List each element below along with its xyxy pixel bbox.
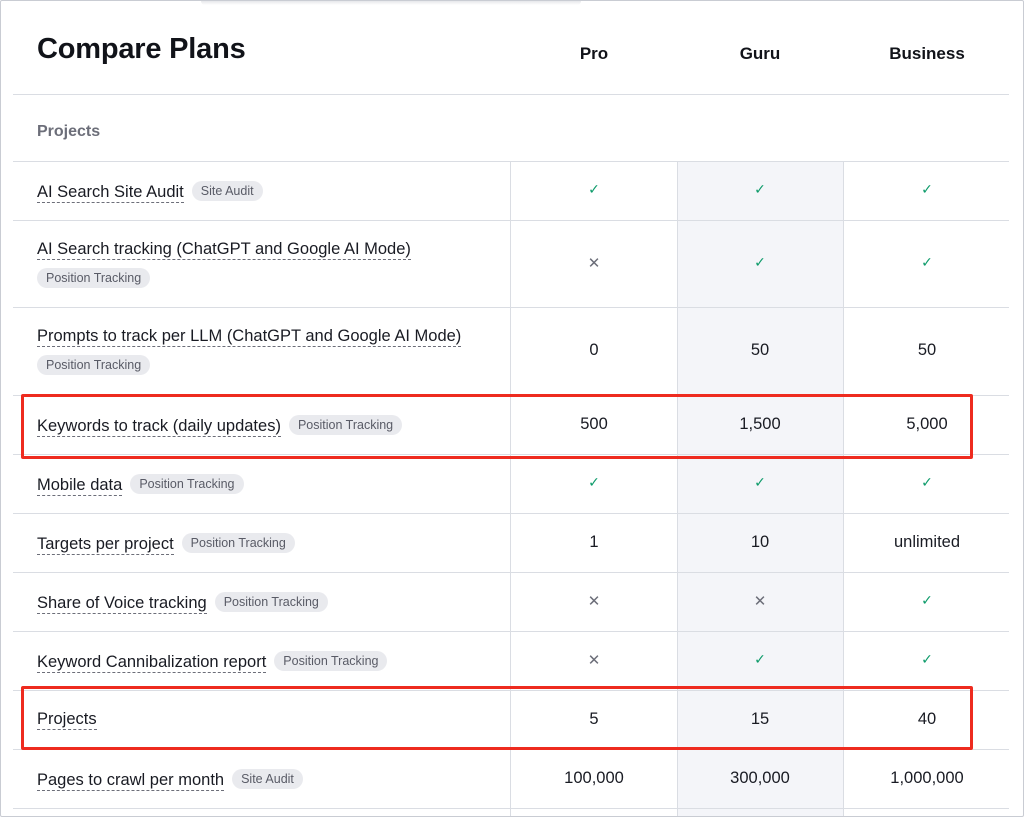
feature-label[interactable]: AI Search tracking (ChatGPT and Google A… xyxy=(37,240,411,260)
feature-name: AI Search tracking (ChatGPT and Google A… xyxy=(37,240,411,289)
cell-value-business: 1,000,000 xyxy=(890,768,964,787)
feature-label[interactable]: Targets per project xyxy=(37,534,174,555)
cell-value-guru: 10 xyxy=(750,532,770,551)
cell-value-pro: 1 xyxy=(589,532,599,551)
section-title: Projects xyxy=(37,123,101,140)
feature-name: Targets per project Position Tracking xyxy=(37,532,295,555)
tool-badge: Position Tracking xyxy=(37,355,151,375)
cell-value-guru: 300,000 xyxy=(730,768,790,787)
tool-badge: Position Tracking xyxy=(37,268,151,288)
tool-badge: Position Tracking xyxy=(274,650,388,671)
feature-label[interactable]: Mobile data xyxy=(37,475,123,496)
feature-name: Share of Voice tracking Position Tracking xyxy=(37,591,328,614)
cross-icon: ✕ xyxy=(587,592,601,610)
feature-name: Keyword Cannibalization report Position T… xyxy=(37,650,388,673)
check-icon: ✓ xyxy=(754,180,766,197)
cell-value-pro: 0 xyxy=(589,341,599,359)
cell-value-pro: 100,000 xyxy=(564,768,624,787)
cell-value-business: 50 xyxy=(917,341,937,359)
check-icon: ✓ xyxy=(588,180,600,197)
check-icon: ✓ xyxy=(754,253,766,270)
feature-name: AI Search Site Audit Site Audit xyxy=(37,180,263,203)
section-divider xyxy=(13,95,1009,162)
check-icon: ✓ xyxy=(921,180,933,197)
feature-label[interactable]: Prompts to track per LLM (ChatGPT and Go… xyxy=(37,327,462,347)
cross-icon: ✕ xyxy=(587,651,601,669)
highlight-keywords-row xyxy=(21,394,973,459)
compare-plans-panel: Compare Plans Pro Guru Business Projects… xyxy=(0,0,1024,817)
check-icon: ✓ xyxy=(754,473,766,490)
check-icon: ✓ xyxy=(754,650,766,667)
cross-icon: ✕ xyxy=(753,592,767,610)
feature-name: Pages to crawl per month Site Audit xyxy=(37,768,303,791)
feature-label[interactable]: AI Search Site Audit xyxy=(37,182,184,203)
tool-badge: Position Tracking xyxy=(181,532,295,553)
tool-badge: Position Tracking xyxy=(214,591,328,612)
feature-name: Mobile data Position Tracking xyxy=(37,473,244,496)
check-icon: ✓ xyxy=(588,473,600,490)
feature-name: Prompts to track per LLM (ChatGPT and Go… xyxy=(37,327,462,376)
feature-label[interactable]: Keyword Cannibalization report xyxy=(37,652,267,673)
tool-badge: Site Audit xyxy=(232,768,303,789)
tool-badge: Position Tracking xyxy=(130,473,244,494)
feature-label[interactable]: Share of Voice tracking xyxy=(37,593,207,614)
check-icon: ✓ xyxy=(921,253,933,270)
cell-value-business: unlimited xyxy=(893,532,961,551)
cross-icon: ✕ xyxy=(587,254,601,272)
header-divider xyxy=(13,1,1009,95)
tool-badge: Site Audit xyxy=(191,180,263,201)
check-icon: ✓ xyxy=(921,650,933,667)
highlight-projects-row xyxy=(21,686,973,750)
check-icon: ✓ xyxy=(921,591,933,608)
check-icon: ✓ xyxy=(921,473,933,490)
feature-label[interactable]: Pages to crawl per month xyxy=(37,770,225,791)
cell-value-guru: 50 xyxy=(750,341,770,359)
